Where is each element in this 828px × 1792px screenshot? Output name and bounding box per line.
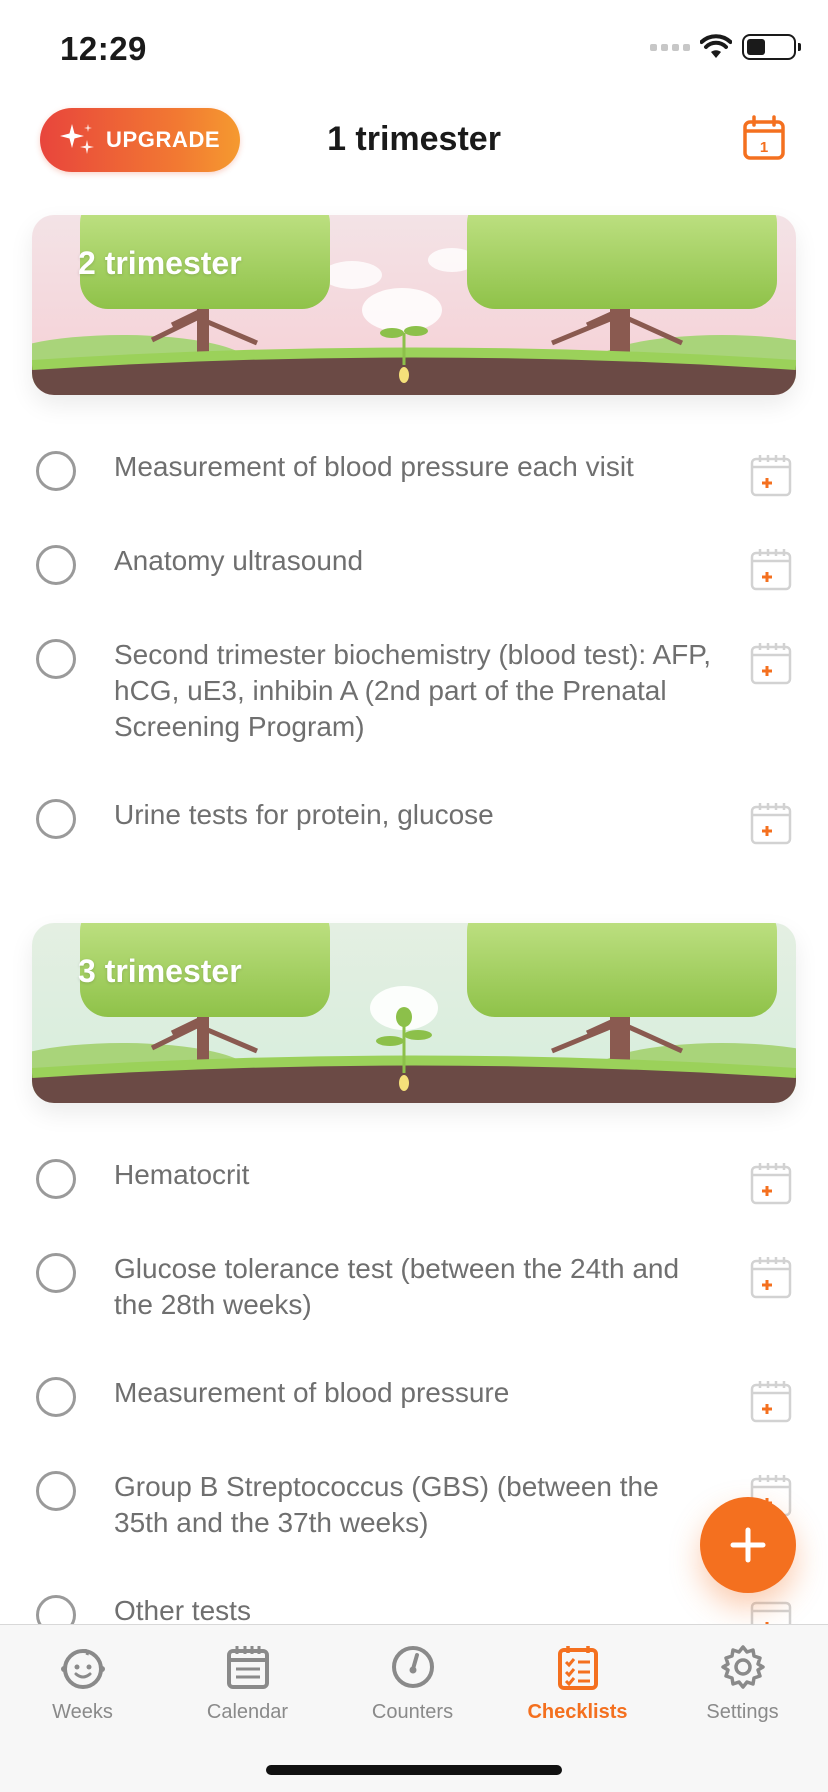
stopwatch-icon xyxy=(391,1646,434,1688)
add-to-calendar-icon[interactable] xyxy=(750,801,792,845)
add-to-calendar-icon[interactable] xyxy=(750,1255,792,1299)
checklist-item-label: Hematocrit xyxy=(114,1159,250,1190)
section-title: 2 trimester xyxy=(78,245,242,281)
wifi-icon xyxy=(700,34,732,58)
tab-weeks[interactable]: Weeks xyxy=(0,1643,165,1724)
checklist-item-label: Urine tests for protein, glucose xyxy=(114,799,494,830)
section-title: 3 trimester xyxy=(78,953,242,989)
tab-label: Checklists xyxy=(527,1701,628,1723)
checklist-item: Measurement of blood pressure xyxy=(0,1375,828,1423)
checklist-item-label: Measurement of blood pressure each visit xyxy=(114,451,634,482)
checklist-item-label: Second trimester biochemistry (blood tes… xyxy=(114,639,712,742)
tab-counters[interactable]: Counters xyxy=(330,1643,495,1724)
tab-settings[interactable]: Settings xyxy=(660,1643,825,1724)
tab-calendar[interactable]: Calendar xyxy=(165,1643,330,1724)
add-to-calendar-icon[interactable] xyxy=(750,547,792,591)
tab-label: Calendar xyxy=(206,1701,289,1723)
checkbox[interactable] xyxy=(36,451,76,491)
plus-icon xyxy=(730,1527,766,1563)
battery-icon xyxy=(742,34,801,60)
status-time: 12:29 xyxy=(60,30,147,67)
baby-face-icon xyxy=(60,1649,105,1689)
trees-illustration xyxy=(32,215,796,395)
checklist-item: Second trimester biochemistry (blood tes… xyxy=(0,637,828,745)
header: UPGRADE 1 trimester 1 xyxy=(0,100,828,180)
checklist-item: Urine tests for protein, glucose xyxy=(0,797,828,845)
tab-checklists[interactable]: Checklists xyxy=(495,1643,660,1724)
add-to-calendar-icon[interactable] xyxy=(750,453,792,497)
status-bar: 12:29 xyxy=(0,0,828,96)
cellular-signal-icon xyxy=(650,43,690,51)
checkbox[interactable] xyxy=(36,1159,76,1199)
checklist-item: Glucose tolerance test (between the 24th… xyxy=(0,1251,828,1323)
gear-icon xyxy=(720,1645,765,1689)
checklist-item-label: Group B Streptococcus (GBS) (between the… xyxy=(114,1471,659,1538)
add-to-calendar-icon[interactable] xyxy=(750,1161,792,1205)
checklist-item: Measurement of blood pressure each visit xyxy=(0,449,828,497)
trees-illustration xyxy=(32,923,796,1103)
add-item-button[interactable] xyxy=(700,1497,796,1593)
checklist-item-label: Anatomy ultrasound xyxy=(114,545,364,576)
checklist-item: Anatomy ultrasound xyxy=(0,543,828,591)
svg-text:1: 1 xyxy=(760,139,768,156)
tab-label: Settings xyxy=(706,1701,779,1723)
checklist-item-label: Glucose tolerance test (between the 24th… xyxy=(114,1253,680,1320)
calendar-day-icon[interactable]: 1 xyxy=(742,114,786,162)
status-icons xyxy=(650,34,801,60)
checklist-content: 2 trimester Measurement of blood pressur… xyxy=(0,215,828,1641)
calendar-icon xyxy=(226,1646,269,1689)
add-to-calendar-icon[interactable] xyxy=(750,1379,792,1423)
checkbox[interactable] xyxy=(36,1253,76,1293)
checklist-item-label: Measurement of blood pressure xyxy=(114,1377,510,1408)
checkbox[interactable] xyxy=(36,1377,76,1417)
checkbox[interactable] xyxy=(36,799,76,839)
section-banner-3-trimester: 3 trimester xyxy=(32,923,796,1103)
add-to-calendar-icon[interactable] xyxy=(750,641,792,685)
section-banner-2-trimester: 2 trimester xyxy=(32,215,796,395)
checkbox[interactable] xyxy=(36,1471,76,1511)
home-indicator xyxy=(266,1765,562,1775)
checkbox[interactable] xyxy=(36,639,76,679)
tab-label: Counters xyxy=(371,1701,454,1723)
checklist-icon xyxy=(557,1646,598,1690)
page-title: 1 trimester xyxy=(327,120,501,158)
checklist-item: Hematocrit xyxy=(0,1157,828,1205)
tab-label: Weeks xyxy=(52,1701,113,1723)
checkbox[interactable] xyxy=(36,545,76,585)
